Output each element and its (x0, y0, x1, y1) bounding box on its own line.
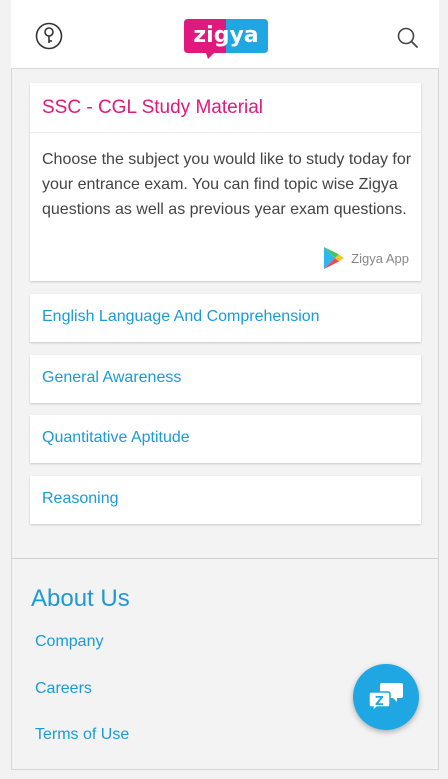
footer-divider (12, 558, 438, 559)
top-header: zigya (11, 0, 439, 69)
about-us-heading: About Us (31, 585, 130, 612)
page-title: SSC - CGL Study Material (42, 97, 264, 118)
divider (30, 132, 421, 133)
footer-link-terms[interactable]: Terms of Use (35, 726, 129, 744)
chat-fab-button[interactable]: Z (353, 664, 419, 730)
search-icon[interactable] (397, 27, 419, 49)
subject-label: Reasoning (42, 490, 119, 507)
subject-item[interactable]: General Awareness (30, 355, 421, 403)
intro-card: SSC - CGL Study Material Choose the subj… (30, 83, 421, 281)
brand-text: zigya (193, 23, 259, 48)
intro-description: Choose the subject you would like to stu… (42, 151, 412, 218)
subject-label: English Language And Comprehension (42, 308, 320, 325)
subject-item[interactable]: Reasoning (30, 476, 421, 524)
footer-link-careers[interactable]: Careers (35, 680, 92, 698)
footer-link-company[interactable]: Company (35, 633, 103, 651)
subject-label: Quantitative Aptitude (42, 429, 190, 446)
zigya-app-link[interactable]: Zigya App (323, 246, 409, 270)
zigya-chat-icon: Z (368, 683, 403, 713)
subject-item[interactable]: English Language And Comprehension (30, 294, 421, 342)
subject-label: General Awareness (42, 369, 182, 386)
zigya-logo[interactable]: zigya (184, 19, 268, 59)
play-store-icon (324, 247, 345, 269)
key-icon[interactable] (35, 22, 63, 50)
app-label: Zigya App (351, 250, 409, 266)
subject-item[interactable]: Quantitative Aptitude (30, 415, 421, 463)
svg-text:Z: Z (375, 694, 384, 708)
